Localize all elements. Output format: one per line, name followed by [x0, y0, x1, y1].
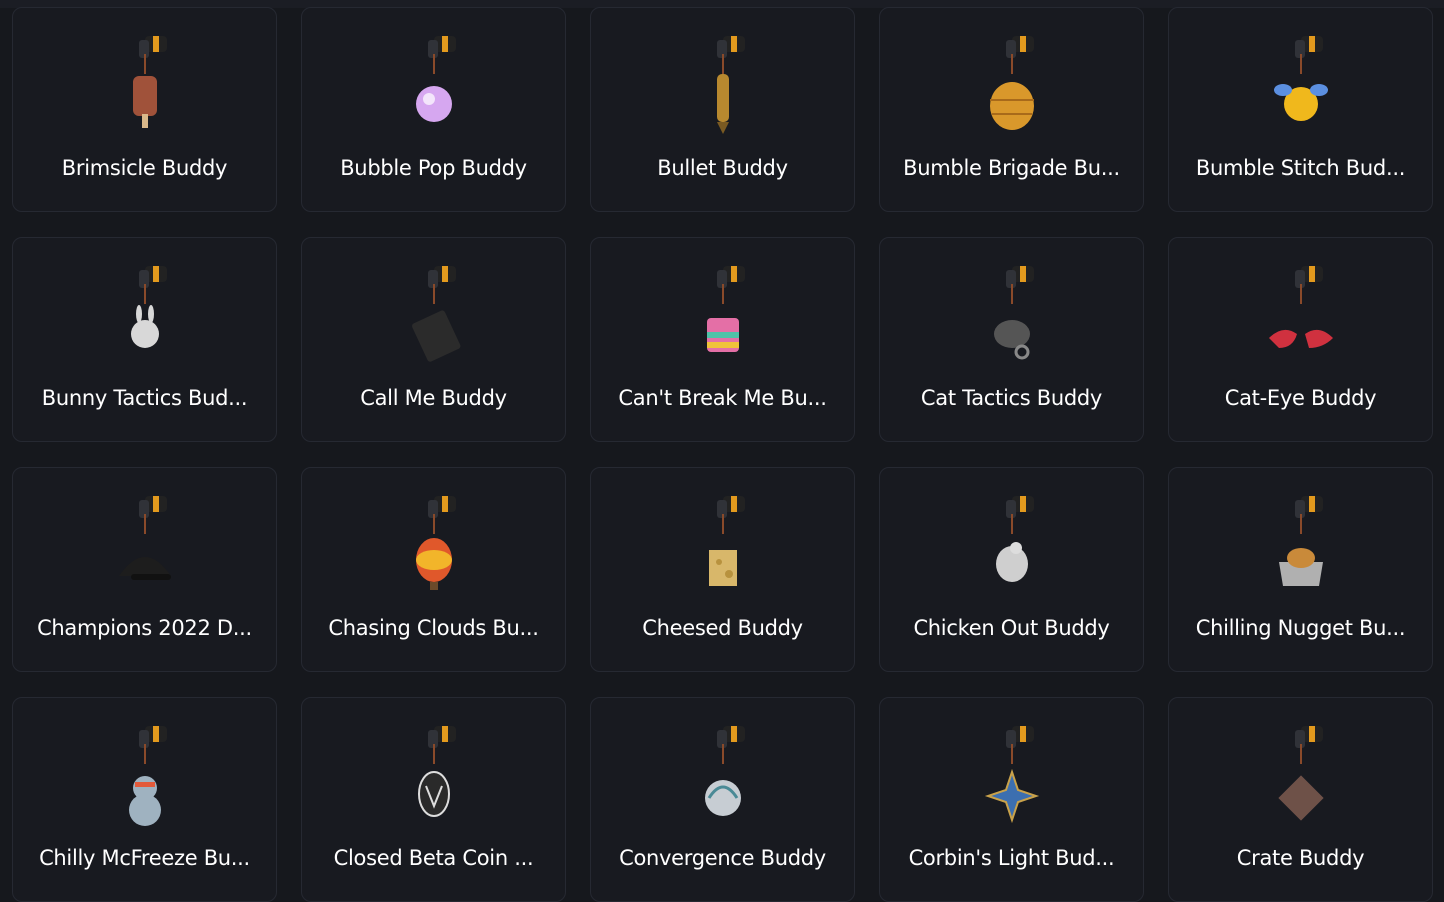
buddy-card[interactable]: Chilly McFreeze Bu... [12, 697, 277, 902]
swirl-charm-icon [704, 726, 745, 816]
buddy-name: Chilling Nugget Bu... [1195, 616, 1406, 640]
buddy-card[interactable]: Bunny Tactics Bud... [12, 237, 277, 442]
buddy-thumbnail [13, 490, 276, 600]
buddy-thumbnail [13, 720, 276, 830]
buddy-card[interactable]: Chilling Nugget Bu... [1168, 467, 1433, 672]
buddy-grid: Brimsicle Buddy Bubble Pop Buddy Bullet Bu… [12, 7, 1433, 902]
buddy-card[interactable]: Bumble Stitch Bud... [1168, 7, 1433, 212]
buddy-thumbnail [880, 260, 1143, 370]
buddy-name: Closed Beta Coin ... [333, 846, 534, 870]
buddy-name: Cat-Eye Buddy [1224, 386, 1377, 410]
buddy-card[interactable]: Can't Break Me Bu... [590, 237, 855, 442]
buddy-thumbnail [880, 720, 1143, 830]
buddy-thumbnail [1169, 30, 1432, 140]
buddy-card[interactable]: Convergence Buddy [590, 697, 855, 902]
buddy-name: Crate Buddy [1236, 846, 1365, 870]
nugget-charm-icon [1278, 496, 1323, 586]
buddy-card[interactable]: Bumble Brigade Bu... [879, 7, 1144, 212]
buddy-card[interactable]: Corbin's Light Bud... [879, 697, 1144, 902]
snowman-charm-icon [128, 726, 167, 826]
buddy-thumbnail [591, 30, 854, 140]
buddy-thumbnail [591, 720, 854, 830]
buddy-name: Chicken Out Buddy [913, 616, 1110, 640]
coin-charm-icon [417, 726, 456, 817]
buddy-card[interactable]: Bubble Pop Buddy [301, 7, 566, 212]
pinata-charm-icon [706, 266, 745, 352]
buddy-card[interactable]: Champions 2022 D... [12, 467, 277, 672]
glasses-charm-icon [1268, 266, 1333, 348]
buddy-card[interactable]: Cheesed Buddy [590, 467, 855, 672]
buddy-name: Champions 2022 D... [37, 616, 252, 640]
buddy-thumbnail [302, 260, 565, 370]
buddy-thumbnail [302, 490, 565, 600]
balloon-charm-icon [415, 496, 456, 590]
buddy-name: Cat Tactics Buddy [920, 386, 1103, 410]
buddy-thumbnail [880, 490, 1143, 600]
buddy-thumbnail [1169, 720, 1432, 830]
buddy-card[interactable]: Closed Beta Coin ... [301, 697, 566, 902]
buddy-name: Cheesed Buddy [642, 616, 803, 640]
buddy-name: Brimsicle Buddy [61, 156, 228, 180]
buddy-thumbnail [1169, 260, 1432, 370]
buddy-name: Corbin's Light Bud... [908, 846, 1115, 870]
buddy-thumbnail [880, 30, 1143, 140]
cheese-charm-icon [708, 496, 745, 586]
bee-charm-icon [1273, 36, 1328, 121]
buddy-thumbnail [13, 260, 276, 370]
buddy-name: Call Me Buddy [360, 386, 507, 410]
bullet-charm-icon [716, 36, 745, 134]
buddy-thumbnail [591, 490, 854, 600]
buddy-name: Bullet Buddy [657, 156, 788, 180]
popsicle-charm-icon [132, 36, 167, 128]
beehive-charm-icon [989, 36, 1034, 130]
buddy-card[interactable]: Crate Buddy [1168, 697, 1433, 902]
buddy-name: Can't Break Me Bu... [618, 386, 827, 410]
buddy-card[interactable]: Cat Tactics Buddy [879, 237, 1144, 442]
buddy-name: Bumble Stitch Bud... [1195, 156, 1406, 180]
buddy-thumbnail [302, 30, 565, 140]
buddy-card[interactable]: Cat-Eye Buddy [1168, 237, 1433, 442]
buddy-card[interactable]: Brimsicle Buddy [12, 7, 277, 212]
cat-charm-icon [993, 266, 1034, 360]
buddy-name: Bunny Tactics Bud... [41, 386, 248, 410]
buddy-name: Bumble Brigade Bu... [903, 156, 1120, 180]
chicken-charm-icon [995, 496, 1034, 582]
bubble-charm-icon [415, 36, 456, 122]
buddy-thumbnail [13, 30, 276, 140]
buddy-name: Convergence Buddy [619, 846, 826, 870]
bunny-charm-icon [130, 266, 167, 348]
buddy-thumbnail [302, 720, 565, 830]
buddy-name: Bubble Pop Buddy [340, 156, 527, 180]
buddy-name: Chasing Clouds Bu... [328, 616, 539, 640]
crate-charm-icon [1277, 726, 1324, 821]
star-charm-icon [984, 726, 1039, 824]
cap-charm-icon [118, 496, 171, 580]
buddy-card[interactable]: Call Me Buddy [301, 237, 566, 442]
buddy-card[interactable]: Chasing Clouds Bu... [301, 467, 566, 672]
buddy-card[interactable]: Bullet Buddy [590, 7, 855, 212]
buddy-card[interactable]: Chicken Out Buddy [879, 467, 1144, 672]
buddy-thumbnail [591, 260, 854, 370]
buddy-name: Chilly McFreeze Bu... [39, 846, 250, 870]
buddy-thumbnail [1169, 490, 1432, 600]
card-charm-icon [411, 266, 460, 362]
